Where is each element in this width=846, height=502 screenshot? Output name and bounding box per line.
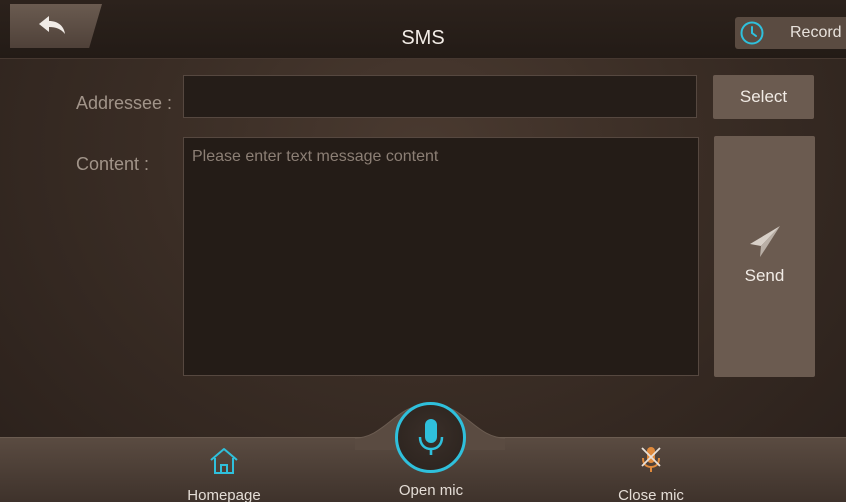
microphone-icon <box>418 419 444 455</box>
addressee-label: Addressee : <box>76 93 173 113</box>
content-label: Content : <box>76 154 150 174</box>
record-label: Record <box>790 24 842 41</box>
paper-plane-icon <box>750 226 780 257</box>
open-mic-button[interactable] <box>395 402 466 473</box>
close-mic-label: Close mic <box>618 487 684 502</box>
top-bar: SMS Record <box>0 0 846 59</box>
homepage-nav[interactable]: Homepage <box>176 445 272 502</box>
mic-off-icon <box>641 447 661 472</box>
content-placeholder: Please enter text message content <box>192 148 439 165</box>
clock-icon <box>740 21 764 45</box>
sms-screen: SMS Record Addressee : Select Content : … <box>0 0 846 502</box>
open-mic-label[interactable]: Open mic <box>386 482 476 499</box>
select-button[interactable]: Select <box>713 75 814 119</box>
page-title: SMS <box>401 27 445 49</box>
send-button[interactable]: Send <box>714 136 815 377</box>
record-button[interactable]: Record <box>735 17 846 49</box>
homepage-label: Homepage <box>187 487 261 502</box>
addressee-input[interactable] <box>183 75 697 118</box>
home-icon <box>210 448 238 474</box>
close-mic-nav[interactable]: Close mic <box>603 445 699 502</box>
content-textarea[interactable]: Please enter text message content <box>183 137 699 376</box>
send-label: Send <box>744 266 785 285</box>
